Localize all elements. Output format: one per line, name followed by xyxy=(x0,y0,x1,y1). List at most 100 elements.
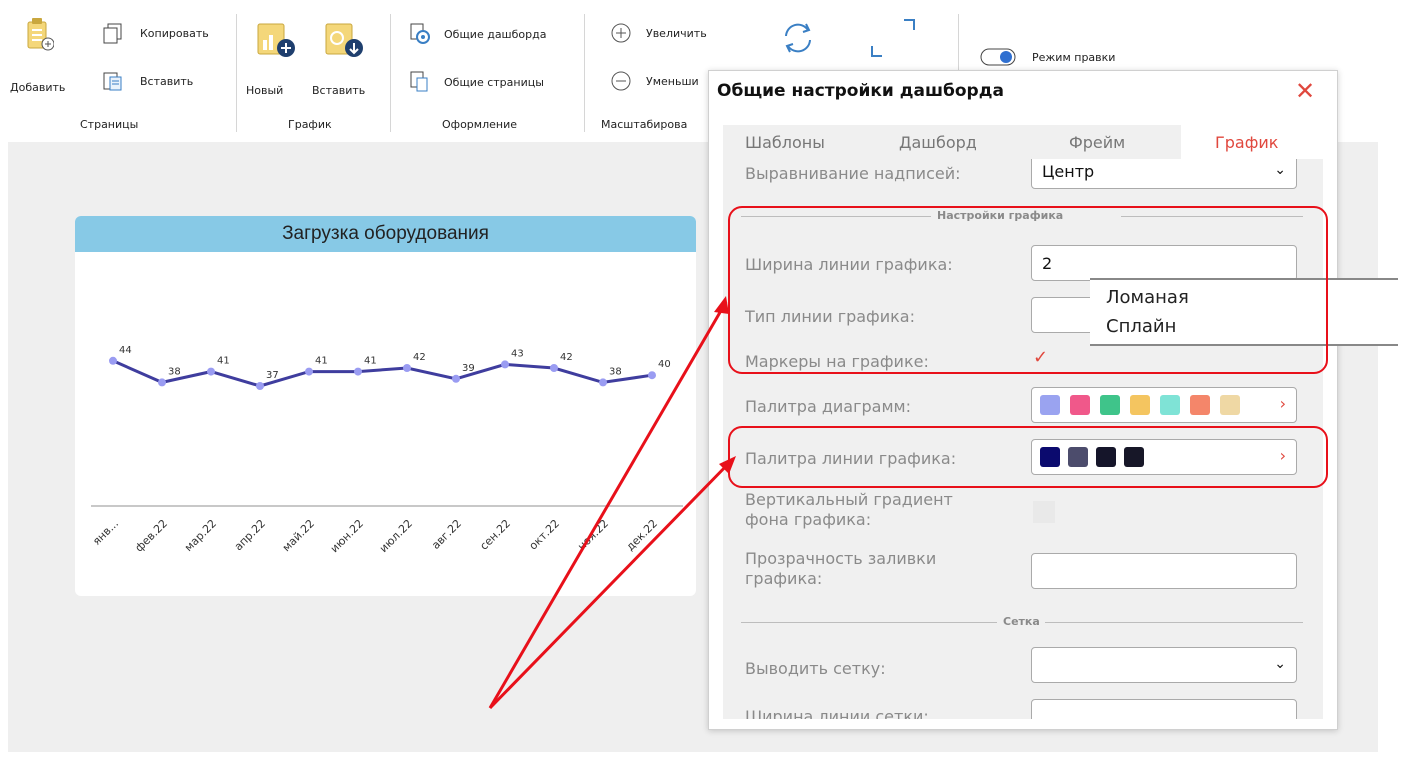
opacity-label-line1: Прозрачность заливки xyxy=(745,549,937,568)
tab-dashboard[interactable]: Дашборд xyxy=(899,133,977,152)
add-page-label: Добавить xyxy=(10,81,66,94)
common-pages-label: Общие страницы xyxy=(444,75,544,89)
paste-icon xyxy=(103,72,122,91)
fullscreen-button[interactable] xyxy=(868,14,918,64)
common-pages-button[interactable]: Общие страницы xyxy=(408,70,544,94)
gradient-label-line1: Вертикальный градиент xyxy=(745,490,953,509)
edit-mode-label: Режим правки xyxy=(1032,50,1116,64)
data-point[interactable] xyxy=(256,382,264,390)
data-point[interactable] xyxy=(109,356,117,365)
page-settings-icon xyxy=(410,71,428,92)
data-label: 40 xyxy=(658,359,671,370)
data-label: 37 xyxy=(266,370,279,381)
section-divider xyxy=(741,622,997,623)
data-label: 43 xyxy=(511,348,524,359)
x-tick-label: июн.22 xyxy=(328,517,366,555)
zoom-out-label: Уменьши xyxy=(646,74,699,88)
color-swatch[interactable] xyxy=(1040,395,1060,415)
chevron-down-icon: ⌄ xyxy=(1274,656,1286,672)
line-chart: 44 38 41 37 41 41 42 39 43 42 38 40 янв... фев.22 мар.… xyxy=(90,345,683,555)
x-tick-label: янв... xyxy=(90,517,121,548)
tab-frame[interactable]: Фрейм xyxy=(1069,133,1125,152)
dashboard-settings-dialog: Общие настройки дашборда ✕ Шаблоны Дашбо… xyxy=(708,70,1338,730)
zoom-in-icon xyxy=(611,23,631,43)
chart-widget[interactable]: Загрузка оборудования 44 38 41 37 41 41 42 39 43… xyxy=(75,216,696,596)
new-chart-label: Новый xyxy=(246,84,284,97)
ribbon-separator xyxy=(236,14,237,132)
color-swatch[interactable] xyxy=(1160,395,1180,415)
align-value: Центр xyxy=(1042,161,1095,181)
paste-label: Вставить xyxy=(140,74,194,88)
tab-chart[interactable]: График xyxy=(1215,133,1278,152)
add-page-icon xyxy=(27,18,54,51)
data-point[interactable] xyxy=(403,364,411,372)
data-point[interactable] xyxy=(354,367,362,376)
ribbon-separator xyxy=(390,14,391,132)
add-page-button[interactable] xyxy=(24,14,54,60)
chevron-right-icon: › xyxy=(1279,394,1286,413)
color-swatch[interactable] xyxy=(1070,395,1090,415)
align-label: Выравнивание надписей: xyxy=(745,164,961,183)
diagram-palette-picker[interactable]: › xyxy=(1031,387,1297,423)
data-label: 41 xyxy=(217,356,230,367)
data-label: 41 xyxy=(315,356,328,367)
refresh-button[interactable] xyxy=(776,16,820,60)
ribbon-separator xyxy=(584,14,585,132)
x-tick-label: дек.22 xyxy=(624,517,660,553)
color-swatch[interactable] xyxy=(1130,395,1150,415)
zoom-out-button[interactable]: Уменьши xyxy=(610,70,699,92)
data-point[interactable] xyxy=(452,374,460,383)
opacity-input[interactable] xyxy=(1031,553,1297,589)
opacity-label-line2: графика: xyxy=(745,569,823,588)
tab-templates[interactable]: Шаблоны xyxy=(745,133,825,152)
zoom-in-label: Увеличить xyxy=(646,26,707,40)
paste-chart-label: Вставить xyxy=(312,84,366,97)
data-point[interactable] xyxy=(648,371,656,380)
paste-chart-button[interactable] xyxy=(322,18,366,62)
copy-page-button[interactable]: Копировать xyxy=(102,22,209,44)
data-label: 42 xyxy=(413,352,426,363)
data-label: 41 xyxy=(364,356,377,367)
diagram-palette-label: Палитра диаграмм: xyxy=(745,397,911,416)
data-label: 38 xyxy=(609,366,622,377)
x-tick-label: авг.22 xyxy=(429,517,464,552)
color-swatch[interactable] xyxy=(1100,395,1120,415)
common-dashboards-button[interactable]: Общие дашборда xyxy=(408,22,546,46)
data-label: 42 xyxy=(560,352,573,363)
data-point[interactable] xyxy=(305,367,313,376)
x-tick-label: ноя.22 xyxy=(575,517,611,553)
gradient-checkbox[interactable] xyxy=(1033,501,1055,523)
data-label: 44 xyxy=(119,345,132,356)
show-grid-select[interactable]: ⌄ xyxy=(1031,647,1297,683)
zoom-in-button[interactable]: Увеличить xyxy=(610,22,707,44)
align-select[interactable]: Центр ⌄ xyxy=(1031,159,1297,189)
data-point[interactable] xyxy=(501,360,509,369)
data-label: 38 xyxy=(168,366,181,377)
color-swatch[interactable] xyxy=(1190,395,1210,415)
grid-width-input[interactable] xyxy=(1031,699,1297,719)
x-tick-label: июл.22 xyxy=(377,517,415,555)
series-line xyxy=(112,359,653,388)
x-tick-label: май.22 xyxy=(280,517,317,554)
section-divider xyxy=(1045,622,1303,623)
dialog-tabs: Шаблоны Дашборд Фрейм График xyxy=(723,125,1324,159)
data-label: 39 xyxy=(462,363,475,374)
common-dashboards-label: Общие дашборда xyxy=(444,27,547,41)
data-point[interactable] xyxy=(550,364,558,372)
x-tick-label: апр.22 xyxy=(232,517,268,553)
data-point[interactable] xyxy=(158,378,166,387)
close-icon[interactable]: ✕ xyxy=(1295,77,1315,105)
zoom-group-label: Масштабирова xyxy=(601,118,688,131)
color-swatch[interactable] xyxy=(1220,395,1240,415)
new-chart-icon xyxy=(257,23,295,57)
edit-mode-toggle[interactable]: Режим правки xyxy=(980,48,1115,66)
data-point[interactable] xyxy=(599,378,607,387)
grid-width-label: Ширина линии сетки: xyxy=(745,707,929,719)
paste-page-button[interactable]: Вставить xyxy=(102,70,193,92)
data-point[interactable] xyxy=(207,367,215,376)
x-tick-label: фев.22 xyxy=(133,517,171,555)
new-chart-button[interactable] xyxy=(254,18,298,62)
highlight-box xyxy=(728,426,1328,488)
chart-group-label: График xyxy=(288,118,332,131)
toggle-switch-icon xyxy=(980,48,1016,66)
